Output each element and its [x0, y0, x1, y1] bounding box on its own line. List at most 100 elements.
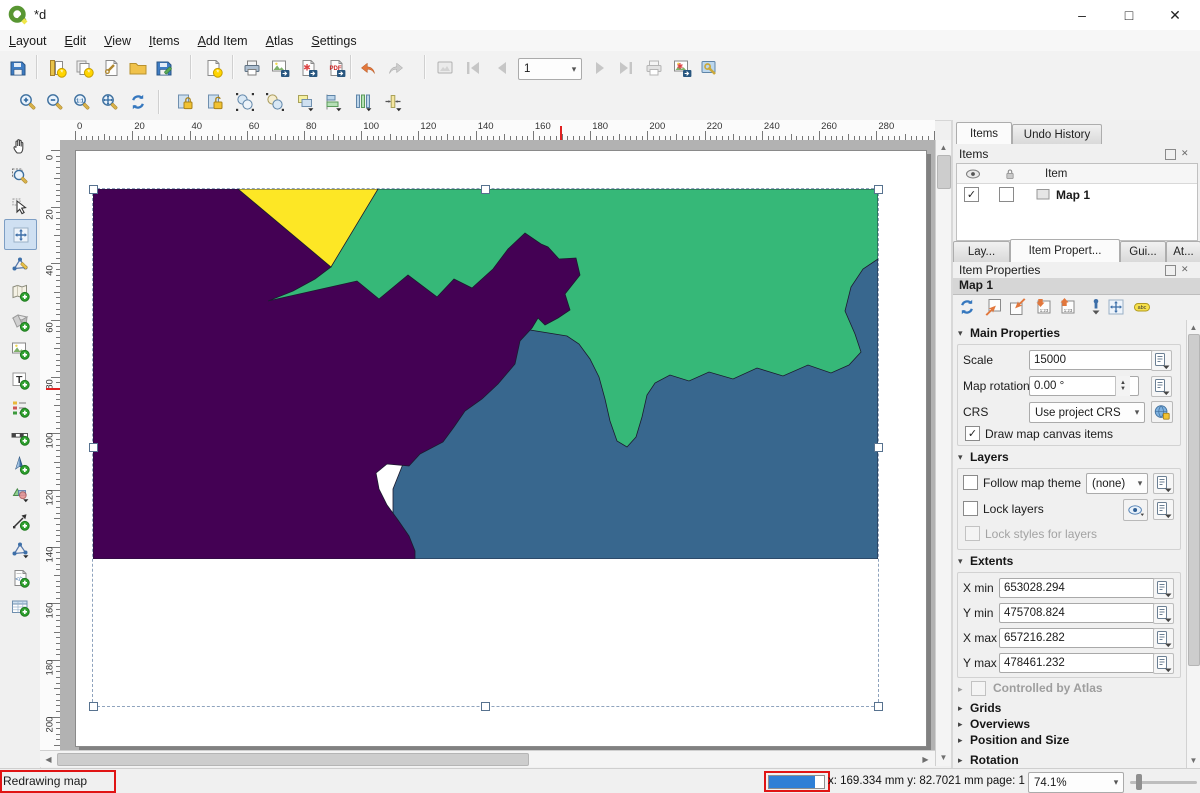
align-items-button[interactable]: [320, 89, 346, 115]
map-theme-combo[interactable]: (none)▾: [1086, 473, 1148, 494]
rotation-spinner[interactable]: ▲▼: [1115, 376, 1130, 396]
add-label-button[interactable]: T: [4, 365, 35, 394]
add-attribute-table-button[interactable]: [4, 592, 35, 621]
export-as-image-button[interactable]: [267, 55, 293, 81]
selection-handle[interactable]: [874, 443, 883, 452]
float-panel-icon[interactable]: [1165, 265, 1176, 276]
duplicate-layout-button[interactable]: *: [71, 55, 97, 81]
zoom-level-combo[interactable]: 74.1% ▾: [1028, 772, 1124, 793]
menu-edit[interactable]: Edit: [56, 32, 96, 50]
close-panel-icon[interactable]: ✕: [1181, 149, 1190, 158]
section-header-position-and-size[interactable]: Position and Size: [970, 733, 1069, 747]
panel-scroll-thumb[interactable]: [1188, 334, 1200, 666]
menu-atlas[interactable]: Atlas: [257, 32, 303, 50]
zoom-in-button[interactable]: [15, 89, 41, 115]
add-3d-map-button[interactable]: [4, 307, 35, 336]
update-map-preview-button[interactable]: [956, 296, 978, 318]
scroll-up-icon[interactable]: ▲: [1187, 321, 1200, 334]
set-scale-to-canvas-button[interactable]: 1:23: [1033, 296, 1055, 318]
scroll-left-icon[interactable]: ◀: [42, 753, 55, 766]
selection-handle[interactable]: [481, 185, 490, 194]
data-defined-override-button-y-min[interactable]: [1153, 603, 1174, 624]
next-feature-button[interactable]: [586, 55, 612, 81]
selection-handle[interactable]: [874, 185, 883, 194]
redo-button[interactable]: [383, 55, 409, 81]
section-expand-icon[interactable]: ▾: [958, 328, 963, 339]
selection-handle[interactable]: [89, 443, 98, 452]
horizontal-scroll-thumb[interactable]: [57, 753, 529, 766]
selection-handle[interactable]: [481, 702, 490, 711]
print-atlas-button[interactable]: [641, 55, 667, 81]
tab-undo-history[interactable]: Undo History: [1012, 124, 1102, 144]
menu-add-item[interactable]: Add Item: [189, 32, 257, 50]
export-as-pdf-button[interactable]: PDF: [323, 55, 349, 81]
canvas-vertical-scrollbar[interactable]: ▲ ▼: [935, 140, 951, 766]
add-arrow-button[interactable]: [4, 506, 35, 535]
section-collapsed-icon[interactable]: ▸: [958, 719, 963, 730]
layout-manager-button[interactable]: [98, 55, 124, 81]
map-item-frame[interactable]: [92, 188, 879, 707]
scale-input[interactable]: 15000: [1029, 350, 1153, 370]
scroll-down-icon[interactable]: ▼: [937, 751, 950, 764]
add-north-arrow-button[interactable]: [4, 450, 35, 479]
lock-layers-checkbox[interactable]: [963, 501, 978, 516]
data-defined-override-button-x-max[interactable]: [1153, 628, 1174, 649]
data-defined-override-button-lock-layers[interactable]: [1153, 499, 1174, 520]
distribute-items-button[interactable]: [350, 89, 376, 115]
export-atlas-button[interactable]: ✱: [669, 55, 695, 81]
add-pages-button[interactable]: *: [200, 55, 226, 81]
section-collapsed-icon[interactable]: ▸: [958, 755, 963, 766]
raise-items-button[interactable]: [292, 89, 318, 115]
scroll-down-icon[interactable]: ▼: [1187, 754, 1200, 767]
set-canvas-to-scale-button[interactable]: 1:23: [1057, 296, 1079, 318]
section-collapsed-icon[interactable]: ▸: [958, 703, 963, 714]
add-scalebar-button[interactable]: [4, 421, 35, 450]
menu-view[interactable]: View: [95, 32, 140, 50]
selection-handle[interactable]: [874, 702, 883, 711]
follow-map-theme-checkbox[interactable]: [963, 475, 978, 490]
first-feature-button[interactable]: [460, 55, 486, 81]
canvas-horizontal-scrollbar[interactable]: ◀ ▶: [40, 750, 935, 767]
selection-handle[interactable]: [89, 185, 98, 194]
vertical-scroll-thumb[interactable]: [937, 155, 951, 189]
menu-settings[interactable]: Settings: [302, 32, 365, 50]
section-header-main-properties[interactable]: Main Properties: [970, 326, 1060, 340]
set-extent-to-canvas-button[interactable]: [982, 296, 1004, 318]
item-properties-scrollbar[interactable]: ▲ ▼: [1186, 320, 1200, 768]
undo-button[interactable]: [355, 55, 381, 81]
move-map-content-button[interactable]: [1105, 296, 1127, 318]
view-extent-in-canvas-button[interactable]: [1007, 296, 1029, 318]
add-map-button[interactable]: [4, 277, 35, 306]
ungroup-items-button[interactable]: [262, 89, 288, 115]
add-node-item-button[interactable]: [4, 534, 35, 563]
data-defined-override-button-map-theme[interactable]: [1153, 473, 1174, 494]
x-min-input[interactable]: 653028.294: [999, 578, 1155, 598]
maximize-button[interactable]: □: [1107, 0, 1151, 30]
tab-atlas[interactable]: At...: [1166, 241, 1200, 262]
section-header-overviews[interactable]: Overviews: [970, 717, 1030, 731]
print-layout-button[interactable]: [239, 55, 265, 81]
unlock-all-items-button[interactable]: [202, 89, 228, 115]
tab-item-properties[interactable]: Item Propert...: [1010, 239, 1120, 262]
save-as-template-button[interactable]: [151, 55, 177, 81]
tab-items[interactable]: Items: [956, 122, 1012, 144]
last-feature-button[interactable]: [613, 55, 639, 81]
resize-items-button[interactable]: [380, 89, 406, 115]
export-as-svg-button[interactable]: ✱: [295, 55, 321, 81]
float-panel-icon[interactable]: [1165, 149, 1176, 160]
section-header-rotation[interactable]: Rotation: [970, 753, 1019, 767]
pan-layout-button[interactable]: [4, 131, 35, 160]
data-defined-override-button-y-max[interactable]: [1153, 653, 1174, 674]
scroll-right-icon[interactable]: ▶: [919, 753, 932, 766]
previous-feature-button[interactable]: [490, 55, 516, 81]
draw-map-canvas-items-checkbox[interactable]: ✓: [965, 426, 980, 441]
add-items-from-template-button[interactable]: [125, 55, 151, 81]
section-header-controlled-by-atlas[interactable]: Controlled by Atlas: [993, 681, 1103, 695]
section-collapsed-icon[interactable]: ▸: [958, 684, 963, 695]
section-expand-icon[interactable]: ▾: [958, 556, 963, 567]
menu-layout[interactable]: Layout: [0, 32, 56, 50]
move-item-content-button[interactable]: [4, 219, 37, 250]
zoom-full-button[interactable]: [97, 89, 123, 115]
preview-atlas-button[interactable]: [432, 55, 458, 81]
crs-combo[interactable]: Use project CRS▾: [1029, 402, 1145, 423]
